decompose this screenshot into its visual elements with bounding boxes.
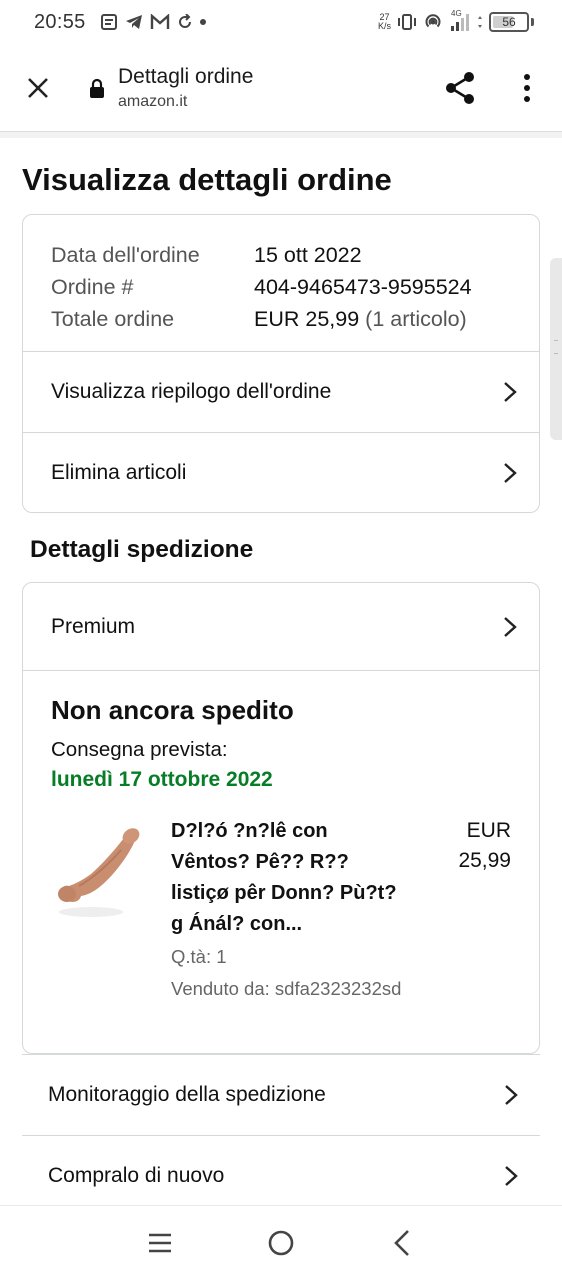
browser-domain: amazon.it — [118, 92, 188, 110]
chevron-right-icon — [504, 382, 517, 402]
shipment-status: Non ancora spedito — [51, 695, 294, 725]
order-info: Data dell'ordine 15 ott 2022 Ordine # 40… — [23, 215, 539, 352]
scrollbar[interactable] — [550, 258, 562, 440]
browser-page-title: Dettagli ordine — [118, 64, 254, 88]
shipping-type-link[interactable]: Premium — [23, 583, 539, 671]
product-seller: Venduto da: sdfa2323232sd — [171, 978, 402, 999]
back-chevron-icon — [393, 1230, 409, 1256]
home-button[interactable] — [256, 1218, 306, 1268]
order-summary-label: Visualizza riepilogo dell'ordine — [51, 380, 332, 403]
order-total-row: Totale ordine EUR 25,99 (1 articolo) — [51, 303, 511, 335]
menu-lines-icon — [149, 1233, 172, 1253]
more-options-button[interactable] — [512, 66, 542, 110]
battery-icon: 56 — [489, 12, 529, 32]
order-total-value: EUR 25,99 (1 articolo) — [254, 303, 467, 335]
close-button[interactable] — [18, 68, 58, 108]
shipping-card: Premium Non ancora spedito Consegna prev… — [22, 582, 540, 1054]
product-price: EUR 25,99 — [421, 816, 511, 876]
order-number-row: Ordine # 404-9465473-9595524 — [51, 271, 511, 303]
network-speed: 27 K/s — [377, 12, 391, 31]
shipping-type-label: Premium — [51, 614, 136, 638]
product-image[interactable] — [51, 824, 143, 924]
chevron-right-icon — [505, 1085, 518, 1105]
notes-icon — [100, 14, 117, 30]
header-divider — [0, 132, 562, 138]
track-shipment-link[interactable]: Monitoraggio della spedizione — [22, 1055, 540, 1135]
order-date-row: Data dell'ordine 15 ott 2022 — [51, 239, 511, 271]
order-total-items: (1 articolo) — [365, 307, 467, 331]
shipment-actions: Monitoraggio della spedizione Compralo d… — [22, 1054, 540, 1215]
recent-apps-button[interactable] — [135, 1218, 185, 1268]
chevron-right-icon — [505, 1165, 518, 1186]
chevron-right-icon — [504, 462, 517, 483]
system-navigation-bar — [0, 1205, 562, 1280]
buy-again-link[interactable]: Compralo di nuovo — [22, 1135, 540, 1215]
kebab-menu-icon — [524, 74, 530, 102]
status-time: 20:55 — [34, 10, 86, 33]
sync-icon — [178, 14, 191, 28]
page-title-block: Dettagli ordine amazon.it — [118, 65, 253, 111]
data-arrows-icon — [478, 16, 482, 28]
close-icon — [28, 77, 48, 98]
share-button[interactable] — [440, 66, 480, 110]
order-date-label: Data dell'ordine — [51, 243, 200, 267]
dot-icon — [199, 19, 206, 25]
page-heading: Visualizza dettagli ordine — [22, 162, 392, 197]
order-total-label: Totale ordine — [51, 307, 175, 331]
product-title[interactable]: D?l?ó ?n?lê con Vêntos? Pê?? R?? listiçø… — [171, 816, 411, 940]
delete-items-label: Elimina articoli — [51, 460, 187, 484]
share-icon — [446, 72, 474, 104]
vibrate-icon — [398, 14, 416, 30]
delivery-label: Consegna prevista: — [51, 738, 228, 761]
order-number-value: 404-9465473-9595524 — [254, 275, 472, 299]
order-number-label: Ordine # — [51, 275, 134, 299]
delete-items-link[interactable]: Elimina articoli — [23, 432, 539, 512]
product-quantity: Q.tà: 1 — [171, 946, 227, 967]
product-price-amount: 25,99 — [458, 849, 511, 872]
order-total-amount: EUR 25,99 — [254, 307, 360, 331]
back-button[interactable] — [377, 1218, 427, 1268]
signal-icon: 4G — [449, 9, 471, 33]
shipment-details: Non ancora spedito Consegna prevista: lu… — [23, 671, 539, 1016]
telegram-icon — [125, 15, 142, 29]
track-shipment-label: Monitoraggio della spedizione — [48, 1083, 326, 1106]
hotspot-icon — [425, 14, 441, 28]
buy-again-label: Compralo di nuovo — [48, 1163, 225, 1187]
status-bar: 20:55 27 K/s 4G 56 — [0, 0, 562, 44]
product-price-currency: EUR — [466, 819, 511, 842]
scrollbar-grip — [554, 340, 558, 354]
order-summary-link[interactable]: Visualizza riepilogo dell'ordine — [23, 352, 539, 432]
order-info-card: Data dell'ordine 15 ott 2022 Ordine # 40… — [22, 214, 540, 513]
browser-toolbar: Dettagli ordine amazon.it — [0, 44, 562, 132]
chevron-right-icon — [504, 616, 517, 637]
order-date-value: 15 ott 2022 — [254, 243, 362, 267]
home-circle-icon — [268, 1230, 294, 1256]
status-right: 27 K/s 4G 56 — [377, 9, 534, 33]
battery-tip — [531, 18, 534, 26]
lock-icon — [90, 78, 104, 98]
product-item: D?l?ó ?n?lê con Vêntos? Pê?? R?? listiçø… — [51, 816, 511, 1016]
shipping-heading: Dettagli spedizione — [30, 536, 254, 563]
notification-icons — [100, 13, 206, 31]
gmail-icon — [150, 14, 169, 29]
delivery-date: lunedì 17 ottobre 2022 — [51, 768, 273, 791]
